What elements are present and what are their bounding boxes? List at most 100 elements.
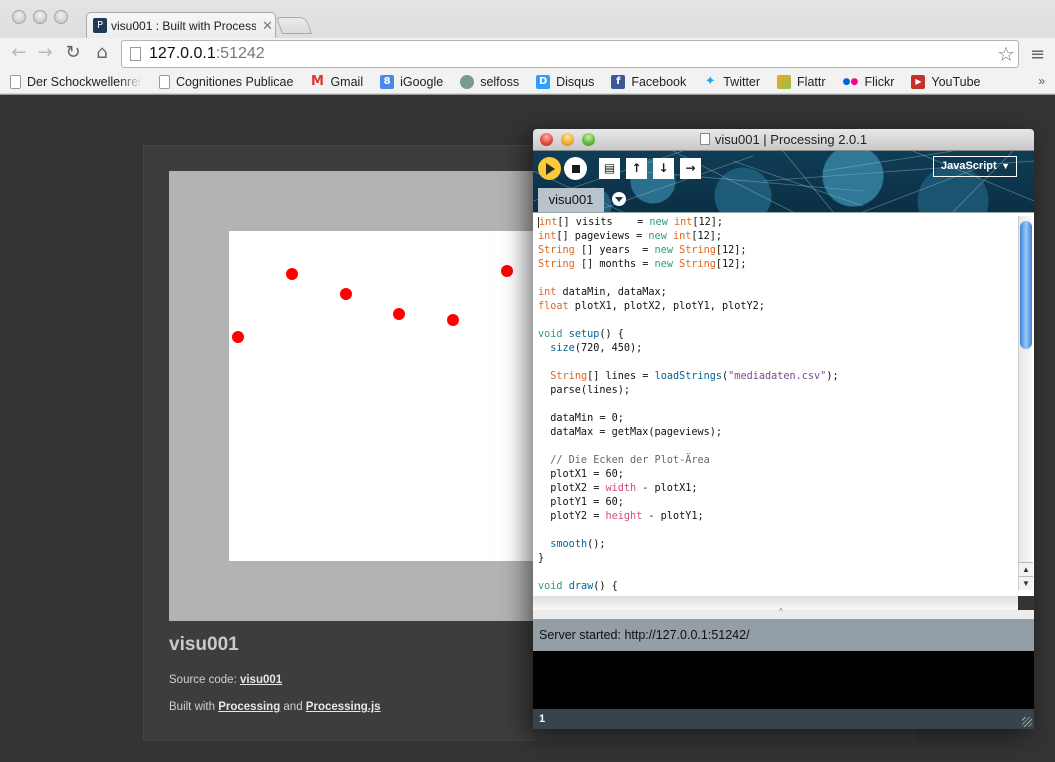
status-bar: Server started: http://127.0.0.1:51242/ [533, 619, 1034, 651]
reload-button[interactable]: ↻ [62, 42, 84, 63]
code-line: size(720, 450); [538, 342, 839, 356]
browser-tab[interactable]: P visu001 : Built with Processing ✕ [86, 12, 276, 38]
bookmark-label: Flattr [797, 74, 826, 89]
code-token: new [654, 259, 673, 270]
tab-visu001[interactable]: visu001 [538, 188, 604, 212]
data-point [393, 307, 406, 320]
code-token: [] years = [574, 245, 655, 256]
scroll-up-button[interactable]: ▲ [1019, 562, 1033, 576]
bookmark-item[interactable]: f Facebook [611, 74, 687, 89]
code-token: draw [568, 581, 594, 592]
code-token: [12]; [715, 245, 747, 256]
more-bookmarks-button[interactable]: » [1038, 74, 1045, 88]
window-close-button[interactable] [12, 10, 26, 24]
horizontal-scrollbar[interactable] [533, 596, 1018, 610]
code-token: setup [568, 329, 600, 340]
scrollbar-thumb[interactable] [1020, 221, 1032, 349]
address-bar[interactable]: 127.0.0.1:51242 ☆ [121, 40, 1019, 68]
home-button[interactable]: ⌂ [91, 42, 113, 63]
scroll-down-button[interactable]: ▼ [1019, 576, 1033, 590]
code-token: // Die Ecken der Plot-Äreа [538, 455, 710, 466]
console-output [533, 651, 1034, 709]
data-point [500, 264, 513, 277]
bookmark-item[interactable]: Cognitiones Publicae [159, 74, 293, 89]
built-and: and [280, 701, 306, 713]
bookmark-item[interactable]: Der Schockwellenreiter [10, 74, 142, 89]
bookmark-item[interactable]: selfoss [460, 74, 520, 89]
bookmark-item[interactable]: ▶ YouTube [911, 74, 981, 89]
code-token: float [538, 301, 569, 312]
code-token: void [538, 329, 563, 340]
code-token: new [648, 231, 667, 242]
code-editor[interactable]: int[] visits = new int[12]; int[] pagevie… [533, 212, 1034, 596]
code-line: plotX1 = 60; [538, 468, 839, 482]
disqus-icon: D [536, 74, 551, 89]
bookmark-item[interactable]: 8 iGoogle [380, 74, 444, 89]
code-line: void draw() { [538, 580, 839, 594]
code-token: ); [826, 371, 839, 382]
code-token: plotX1, plotX2, plotY1, plotY2; [568, 301, 765, 312]
bookmark-item[interactable]: ●● Flickr [843, 75, 895, 89]
source-code-link[interactable]: visu001 [240, 674, 282, 686]
new-sketch-button[interactable]: ▤ [599, 158, 620, 179]
code-token: "mediadaten.csv" [728, 371, 827, 382]
code-token: size [550, 343, 575, 354]
code-token: int [666, 231, 692, 242]
bookmark-label: iGoogle [400, 74, 444, 89]
url-text: 127.0.0.1:51242 [149, 45, 265, 63]
ide-titlebar[interactable]: visu001 | Processing 2.0.1 [533, 129, 1034, 151]
bookmarks-bar: Der Schockwellenreiter Cognitiones Publi… [0, 70, 1055, 93]
url-host: 127.0.0.1 [149, 45, 216, 62]
back-button[interactable]: ← [8, 42, 30, 63]
code-token: plotX2 = [538, 483, 606, 494]
stop-icon [571, 164, 580, 173]
bookmark-item[interactable]: Flattr [777, 74, 826, 89]
code-token: height [605, 511, 643, 522]
code-text[interactable]: int[] visits = new int[12]; int[] pagevie… [538, 216, 839, 594]
code-token: String [538, 245, 575, 256]
bookmark-star-icon[interactable]: ☆ [997, 42, 1015, 66]
bookmark-label: selfoss [480, 74, 520, 89]
flickr-icon: ●● [842, 76, 859, 87]
data-point [232, 330, 245, 343]
code-token: plotY1 = 60; [538, 497, 624, 508]
new-file-icon: ▤ [603, 161, 616, 175]
built-with-line: Built with Processing and Processing.js [169, 701, 381, 713]
processingjs-link[interactable]: Processing.js [306, 701, 381, 713]
tab-menu-button[interactable] [612, 192, 626, 206]
resize-grip-icon[interactable] [1022, 717, 1032, 727]
save-button[interactable]: ↓ [653, 158, 674, 179]
processing-link[interactable]: Processing [218, 701, 280, 713]
close-tab-icon[interactable]: ✕ [262, 18, 273, 34]
bookmark-label: Der Schockwellenreiter [27, 74, 142, 89]
code-token: String [672, 259, 716, 270]
vertical-scrollbar[interactable]: ▲ ▼ [1018, 216, 1033, 590]
mode-select[interactable]: JavaScript ▼ [933, 156, 1017, 177]
chevron-down-icon: ▼ [1001, 161, 1010, 171]
page-icon [159, 74, 170, 89]
upload-arrow-icon: ↑ [631, 161, 642, 175]
code-line: int[] visits = new int[12]; [538, 216, 839, 230]
forward-button[interactable]: → [34, 42, 56, 63]
stop-button[interactable] [564, 157, 587, 180]
play-icon [546, 162, 555, 175]
bookmark-label: Facebook [631, 74, 687, 89]
bookmark-item[interactable]: ✦ Twitter [703, 74, 760, 89]
console-splitter[interactable]: ^ [533, 607, 1034, 619]
export-button[interactable]: → [680, 158, 701, 179]
bookmark-item[interactable]: D Disqus [536, 74, 594, 89]
open-button[interactable]: ↑ [626, 158, 647, 179]
code-token: } [538, 553, 545, 564]
bookmark-item[interactable]: M Gmail [310, 74, 363, 89]
code-token: String [672, 245, 716, 256]
window-minimize-button[interactable] [33, 10, 47, 24]
source-code-line: Source code: visu001 [169, 674, 282, 686]
code-line: plotY2 = height - plotY1; [538, 510, 839, 524]
processing-ide-window: visu001 | Processing 2.0.1 ▤ ↑ ↓ → JavaS… [533, 129, 1034, 729]
code-line: parse(lines); [538, 384, 839, 398]
new-tab-button[interactable] [275, 17, 313, 34]
code-line: plotY1 = 60; [538, 496, 839, 510]
window-zoom-button[interactable] [54, 10, 68, 24]
run-button[interactable] [538, 157, 561, 180]
chrome-menu-icon[interactable]: ≡ [1030, 44, 1045, 65]
